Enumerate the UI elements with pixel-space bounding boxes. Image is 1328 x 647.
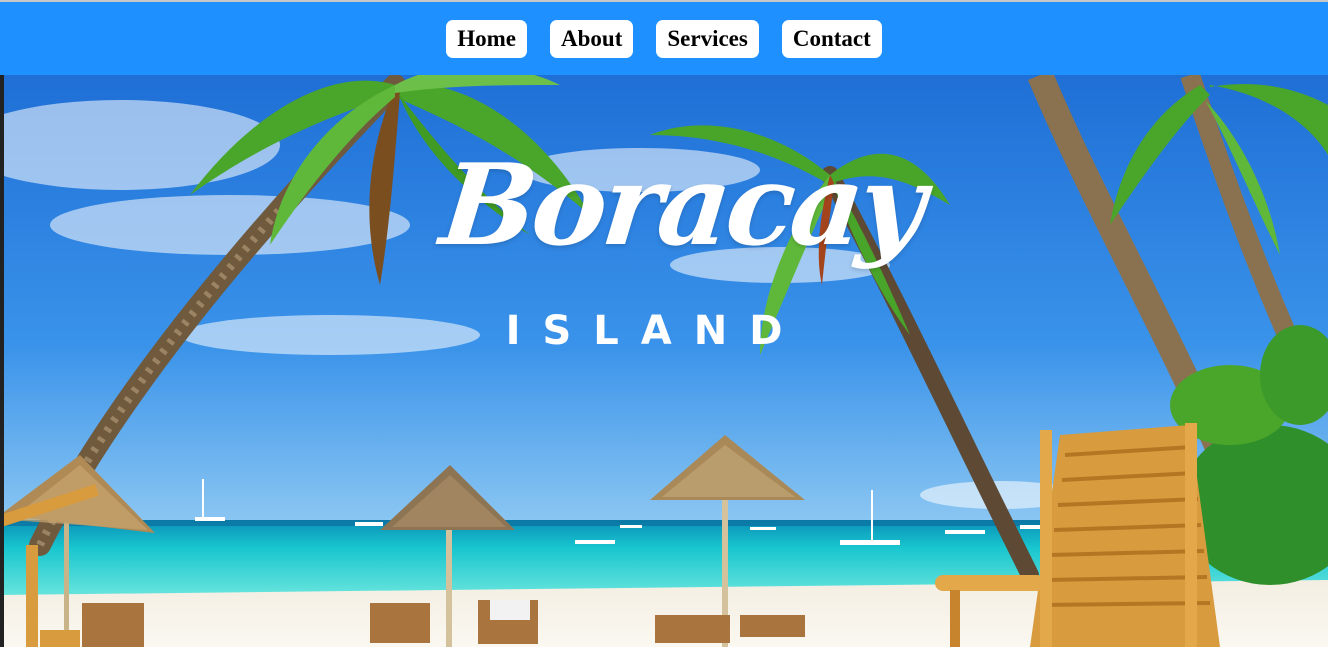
hero-title: Boracay [435,140,928,271]
page: Home About Services Contact Boracay ISLA… [0,0,1328,647]
left-edge-border [0,75,4,647]
nav-contact-button[interactable]: Contact [781,19,882,58]
hero-subtitle: ISLAND [505,308,805,354]
nav-about-button[interactable]: About [550,19,634,58]
top-nav-bar: Home About Services Contact [0,2,1328,75]
hero-logo: Boracay ISLAND [420,140,928,370]
nav-services-button[interactable]: Services [656,19,759,58]
nav-home-button[interactable]: Home [446,19,527,58]
